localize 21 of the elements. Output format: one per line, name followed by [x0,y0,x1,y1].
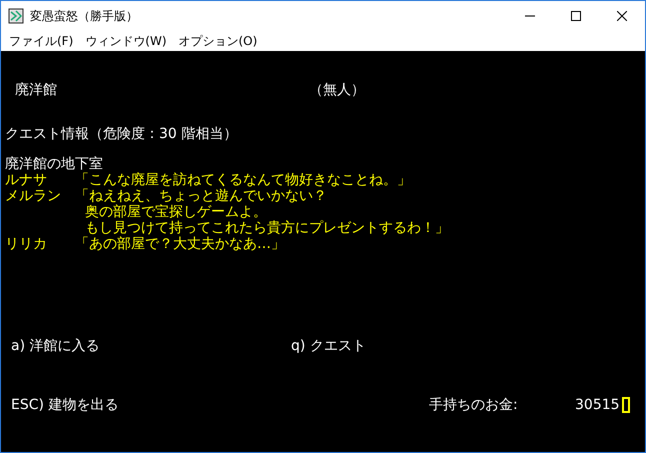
dialogue-line: 「あの部屋で？大丈夫かなあ…」 [75,236,285,252]
quest-title: 廃洋館の地下室 [5,156,103,172]
menu-option[interactable]: a) 洋館に入る [11,338,291,354]
dialogue-line: 「ねえねえ、ちょっと遊んでいかない？ [75,188,327,204]
speaker-name: ルナサ [5,172,47,188]
location-name: 廃洋館 [15,82,58,98]
window-title: 変愚蛮怒（勝手版） [30,8,138,25]
menu-item[interactable]: ウィンドウ(W) [79,32,172,50]
dialogue-line: 「こんな廃屋を訪ねてくるなんて物好きなことね。」 [75,172,411,188]
location-status: （無人） [309,82,365,98]
exit-option[interactable]: ESC) 建物を出る [11,397,429,413]
dialogue-line: 奥の部屋で宝探しゲームよ。 [85,204,267,220]
menu-item[interactable]: ファイル(F) [3,32,80,50]
speaker-name: メルラン [5,188,61,204]
quest-info: クエスト情報（危険度：30 階相当） [5,126,238,142]
speaker-name: リリカ [5,236,47,252]
money-value: 30515 [575,397,620,413]
money-label: 手持ちのお金: [429,397,519,413]
menu-option[interactable]: q) クエスト [291,338,571,354]
menu-item[interactable]: オプション(O) [172,32,264,50]
dialogue-line: もし見つけて持ってこれたら貴方にプレゼントするわ！」 [85,220,449,236]
